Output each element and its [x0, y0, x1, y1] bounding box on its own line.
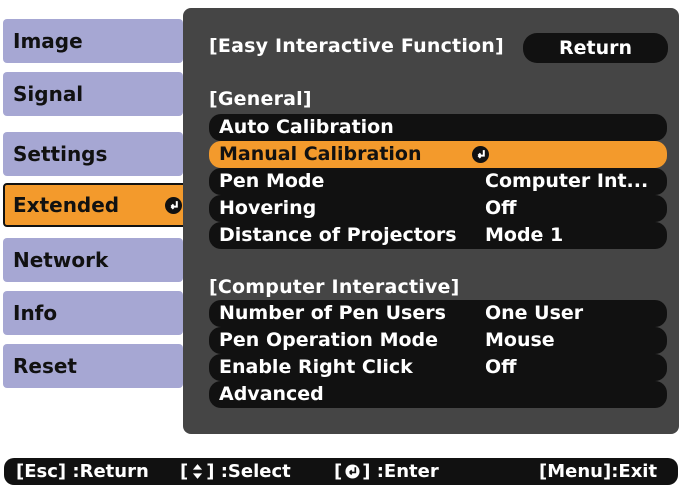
row-label: Manual Calibration [219, 143, 422, 165]
menu-item-signal[interactable]: Signal [3, 72, 183, 116]
enter-icon [342, 458, 362, 485]
select-hint-prefix: [ [180, 461, 189, 482]
menu-row-distance-of-projectors[interactable]: Distance of Projectors Mode 1 [209, 222, 667, 249]
row-label: Pen Mode [219, 170, 325, 192]
settings-panel: [Easy Interactive Function] Return [Gene… [183, 8, 679, 434]
menu-row-pen-mode[interactable]: Pen Mode Computer Int... [209, 168, 667, 195]
enter-hint-prefix: [ [334, 461, 343, 482]
computer-interactive-list: Number of Pen Users One User Pen Operati… [209, 300, 667, 408]
menu-row-advanced[interactable]: Advanced [209, 381, 667, 408]
enter-hint: [ ] :Enter [334, 458, 439, 485]
row-label: Enable Right Click [219, 356, 413, 378]
general-list: Auto Calibration Manual Calibration Pen … [209, 114, 667, 249]
menu-item-settings[interactable]: Settings [3, 132, 183, 176]
enter-hint-suffix: ] :Enter [362, 461, 439, 482]
select-hint-suffix: ] :Select [206, 461, 291, 482]
menu-row-hovering[interactable]: Hovering Off [209, 195, 667, 222]
menu-row-manual-calibration[interactable]: Manual Calibration [209, 141, 667, 168]
row-value: One User [485, 302, 584, 324]
up-down-arrow-icon [188, 458, 206, 485]
menu-item-info[interactable]: Info [3, 291, 183, 335]
menu-row-enable-right-click[interactable]: Enable Right Click Off [209, 354, 667, 381]
enter-icon [165, 197, 182, 214]
row-value: Mode 1 [485, 224, 564, 246]
row-value: Off [485, 197, 517, 219]
row-label: Hovering [219, 197, 317, 219]
enter-icon [472, 146, 489, 163]
menu-item-image[interactable]: Image [3, 19, 183, 63]
menu-row-pen-operation-mode[interactable]: Pen Operation Mode Mouse [209, 327, 667, 354]
menu-exit-hint: [Menu]:Exit [539, 461, 658, 482]
row-value: Computer Int... [485, 170, 649, 192]
row-label: Distance of Projectors [219, 224, 457, 246]
row-label: Number of Pen Users [219, 302, 446, 324]
menu-item-extended[interactable]: Extended [3, 183, 195, 227]
return-button[interactable]: Return [523, 33, 668, 63]
row-label: Auto Calibration [219, 116, 394, 138]
row-label: Advanced [219, 383, 324, 405]
row-label: Pen Operation Mode [219, 329, 439, 351]
menu-item-network[interactable]: Network [3, 238, 183, 282]
panel-title: [Easy Interactive Function] [209, 35, 504, 57]
general-heading: [General] [209, 88, 312, 110]
row-value: Off [485, 356, 517, 378]
menu-row-number-of-pen-users[interactable]: Number of Pen Users One User [209, 300, 667, 327]
computer-interactive-heading: [Computer Interactive] [209, 276, 460, 298]
row-value: Mouse [485, 329, 555, 351]
esc-hint: [Esc] :Return [16, 461, 149, 482]
menu-item-reset[interactable]: Reset [3, 344, 183, 388]
menu-row-auto-calibration[interactable]: Auto Calibration [209, 114, 667, 141]
menu-item-extended-label: Extended [13, 193, 120, 217]
select-hint: [ ] :Select [180, 458, 291, 485]
footer-hint-bar: [Esc] :Return [ ] :Select [ ] :Enter [Menu… [4, 458, 678, 485]
